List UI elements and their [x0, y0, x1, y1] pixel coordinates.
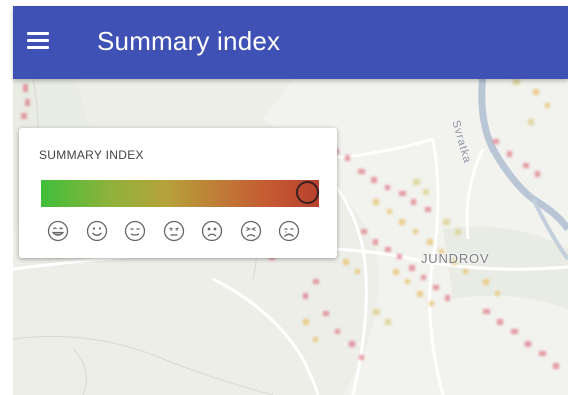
unamused-face-icon: [163, 220, 185, 242]
smiling-face-icon: [86, 220, 108, 242]
map-label-district: JUNDROV: [421, 251, 490, 266]
grinning-face-icon: [47, 220, 69, 242]
summary-index-gradient-bar[interactable]: [41, 180, 319, 207]
relieved-face-icon: [124, 220, 146, 242]
persevering-face-icon: [240, 220, 262, 242]
app-frame: JUNDROV Svratka Summary index SUMMARY IN…: [0, 0, 568, 395]
crying-face-icon: [278, 220, 300, 242]
menu-icon[interactable]: [27, 30, 51, 54]
legend-card: SUMMARY INDEX: [19, 128, 337, 258]
page-title: Summary index: [97, 26, 281, 56]
gradient-position-marker[interactable]: [296, 181, 319, 204]
face-scale: [47, 220, 317, 244]
worried-face-icon: [201, 220, 223, 242]
legend-title: SUMMARY INDEX: [39, 148, 144, 162]
app-bar: Summary index: [13, 6, 568, 79]
